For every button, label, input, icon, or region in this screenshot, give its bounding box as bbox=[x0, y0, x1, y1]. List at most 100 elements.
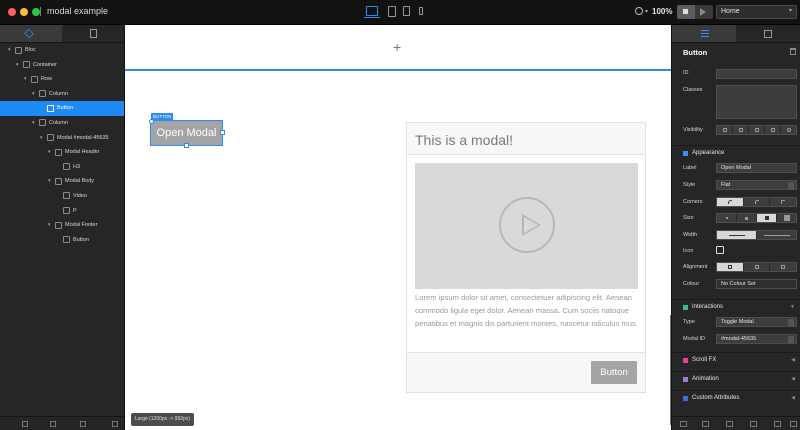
modal-id-select[interactable]: #modal-45635 bbox=[716, 334, 797, 344]
layer-tree-item[interactable]: ▼ Column bbox=[0, 116, 124, 131]
width-full-toggle[interactable] bbox=[757, 231, 796, 239]
scroll-fx-section[interactable]: Scroll FX ◀ bbox=[672, 352, 800, 368]
modal-title[interactable]: This is a modal! bbox=[415, 132, 513, 148]
open-modal-button[interactable]: Open Modal bbox=[150, 120, 223, 146]
layer-tree-item[interactable]: P bbox=[0, 204, 124, 219]
disclosure-triangle-icon[interactable]: ▼ bbox=[47, 222, 51, 227]
resize-handle[interactable] bbox=[220, 130, 225, 135]
tab-components[interactable] bbox=[736, 25, 800, 42]
add-row-icon[interactable] bbox=[50, 421, 56, 427]
resize-handle[interactable] bbox=[184, 143, 189, 148]
minimize-window-button[interactable] bbox=[20, 8, 28, 16]
interactions-section[interactable]: Interactions ▼ bbox=[672, 299, 800, 315]
close-window-button[interactable] bbox=[8, 8, 16, 16]
tablet-landscape-device-icon[interactable] bbox=[388, 6, 396, 17]
visibility-phone-toggle[interactable] bbox=[765, 126, 781, 134]
breakpoint-badge[interactable]: Large (1200px -> 992px) bbox=[131, 413, 194, 426]
layer-tree-item[interactable]: ▼ Bloc bbox=[0, 43, 124, 58]
visibility-eye-toggle[interactable] bbox=[781, 126, 796, 134]
grid-icon[interactable] bbox=[726, 421, 733, 427]
size-sm-toggle[interactable] bbox=[737, 214, 757, 222]
play-icon[interactable] bbox=[700, 8, 706, 16]
style-select[interactable]: Flat bbox=[716, 180, 797, 190]
corners-rounded-toggle[interactable] bbox=[717, 198, 744, 206]
disclosure-triangle-icon[interactable]: ▼ bbox=[31, 91, 35, 96]
tab-layers[interactable] bbox=[0, 25, 62, 42]
icon-checkbox[interactable] bbox=[716, 246, 724, 254]
disclosure-triangle-icon[interactable]: ▼ bbox=[23, 76, 27, 81]
disclosure-triangle-icon[interactable]: ▼ bbox=[39, 135, 43, 140]
visibility-tablet-toggle[interactable] bbox=[733, 126, 749, 134]
modal-body-text[interactable]: Lorem ipsum dolor sit amet, consectetuer… bbox=[415, 291, 639, 330]
trash-icon[interactable] bbox=[790, 48, 796, 55]
size-md-toggle[interactable] bbox=[757, 214, 777, 222]
id-field[interactable] bbox=[716, 69, 797, 79]
duplicate-icon[interactable] bbox=[80, 421, 86, 427]
layer-tree-item[interactable]: Button bbox=[0, 101, 124, 116]
stop-button[interactable] bbox=[677, 5, 695, 19]
chevron-down-icon[interactable]: ▾ bbox=[645, 8, 648, 15]
zoom-level[interactable]: 100% bbox=[652, 7, 672, 16]
code-icon[interactable] bbox=[680, 421, 687, 427]
layer-tree-item[interactable]: H3 bbox=[0, 160, 124, 175]
corners-square-toggle[interactable] bbox=[770, 198, 797, 206]
trash-icon[interactable] bbox=[112, 421, 118, 427]
add-column-icon[interactable] bbox=[22, 421, 28, 427]
layer-tree-item[interactable]: ▼ Modal #modal-45635 bbox=[0, 131, 124, 146]
animation-label: Animation bbox=[692, 376, 719, 382]
image-icon[interactable] bbox=[790, 421, 797, 427]
add-bloc-area[interactable]: + bbox=[125, 25, 671, 71]
visibility-desktop-toggle[interactable] bbox=[717, 126, 733, 134]
colour-picker[interactable]: No Colour Set bbox=[716, 279, 797, 289]
align-left-toggle[interactable] bbox=[717, 263, 744, 271]
layer-tree-item[interactable]: ▼ Column bbox=[0, 87, 124, 102]
disclosure-triangle-icon[interactable]: ▼ bbox=[47, 149, 51, 154]
appearance-section[interactable]: Appearance bbox=[672, 145, 800, 161]
layout-icon[interactable] bbox=[774, 421, 781, 427]
type-select[interactable]: Toggle Modal bbox=[716, 317, 797, 327]
layer-tree-item[interactable]: ▼ Modal Footer bbox=[0, 218, 124, 233]
disclosure-triangle-icon[interactable]: ▼ bbox=[47, 178, 51, 183]
align-right-toggle[interactable] bbox=[770, 263, 797, 271]
layer-tree-item[interactable]: Video bbox=[0, 189, 124, 204]
maximize-window-button[interactable] bbox=[32, 8, 40, 16]
modal: This is a modal! Lorem ipsum dolor sit a… bbox=[406, 122, 646, 393]
width-auto-toggle[interactable] bbox=[717, 231, 757, 239]
video-placeholder[interactable] bbox=[415, 163, 638, 289]
label-field[interactable]: Open Modal bbox=[716, 163, 797, 173]
layer-tree-item[interactable]: Button bbox=[0, 233, 124, 248]
visibility-tablet-portrait-toggle[interactable] bbox=[749, 126, 765, 134]
resize-handle[interactable] bbox=[149, 119, 154, 124]
layer-tree-item[interactable]: ▼ Container bbox=[0, 58, 124, 73]
layer-tree-item[interactable]: ▼ Modal Header bbox=[0, 145, 124, 160]
corners-soft-toggle[interactable] bbox=[743, 198, 771, 206]
phone-device-icon[interactable] bbox=[419, 7, 423, 15]
modal-footer-button[interactable]: Button bbox=[591, 361, 637, 384]
page-select[interactable]: Home ▾ bbox=[716, 5, 797, 19]
settings-icon[interactable] bbox=[702, 421, 709, 427]
disclosure-triangle-icon[interactable]: ▼ bbox=[7, 47, 11, 52]
size-toggle-group bbox=[716, 213, 797, 223]
align-center-toggle[interactable] bbox=[743, 263, 771, 271]
desktop-device-icon[interactable] bbox=[364, 6, 380, 18]
layer-tree-item[interactable]: ▼ Row bbox=[0, 72, 124, 87]
layer-tree-item[interactable]: ▼ Modal Body bbox=[0, 174, 124, 189]
columns-icon[interactable] bbox=[750, 421, 757, 427]
app-window: modal example ▾ 100% Home ▾ ▼ Bloc ▼ Contai… bbox=[0, 0, 800, 430]
disclosure-triangle-icon[interactable]: ▼ bbox=[15, 62, 19, 67]
chevron-left-icon: ◀ bbox=[791, 357, 795, 363]
zoom-icon[interactable] bbox=[635, 7, 643, 15]
layer-tree-item-label: Modal Header bbox=[65, 149, 100, 156]
add-icon[interactable]: + bbox=[393, 39, 401, 55]
disclosure-triangle-icon[interactable]: ▼ bbox=[31, 120, 35, 125]
tab-properties[interactable] bbox=[672, 25, 736, 42]
tablet-portrait-device-icon[interactable] bbox=[403, 6, 410, 16]
classes-field[interactable] bbox=[716, 85, 797, 119]
size-lg-toggle[interactable] bbox=[777, 214, 796, 222]
design-canvas[interactable]: + BUTTON Open Modal This is a modal! Lor… bbox=[125, 25, 671, 430]
interactions-label: Interactions bbox=[692, 304, 724, 310]
tab-pages[interactable] bbox=[62, 25, 124, 42]
size-xs-toggle[interactable] bbox=[717, 214, 737, 222]
animation-section[interactable]: Animation ◀ bbox=[672, 371, 800, 387]
custom-attributes-section[interactable]: Custom Attributes ◀ bbox=[672, 390, 800, 406]
